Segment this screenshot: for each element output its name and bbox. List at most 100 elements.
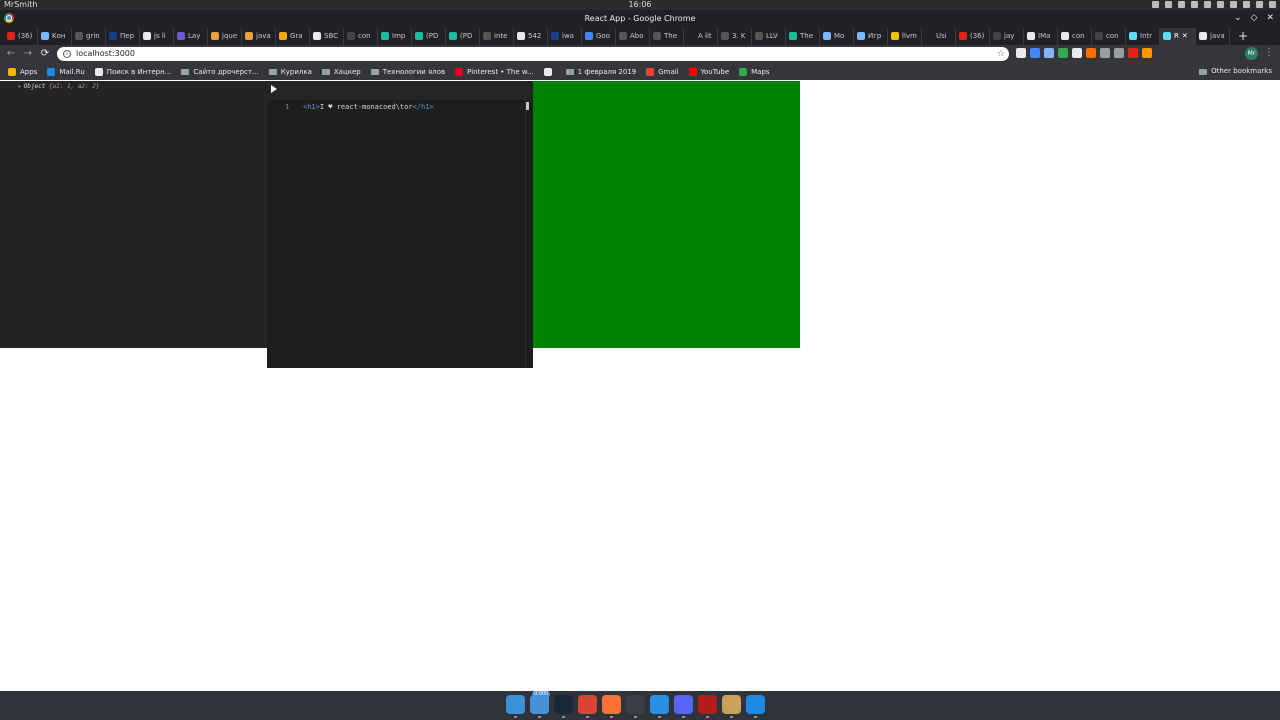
tray-icon[interactable]: [1269, 1, 1276, 8]
extension-icon[interactable]: [1100, 48, 1110, 58]
bookmark-item[interactable]: 1 февраля 2019: [565, 68, 636, 76]
files-app-icon[interactable]: [506, 695, 525, 718]
browser-tab[interactable]: Gra: [276, 27, 310, 45]
browser-tab[interactable]: (PD: [412, 27, 446, 45]
browser-tab[interactable]: js li: [140, 27, 174, 45]
browser-tab[interactable]: con: [1058, 27, 1092, 45]
browser-tab[interactable]: Lay: [174, 27, 208, 45]
tab-close-icon[interactable]: ✕: [1182, 32, 1188, 40]
tray-icon[interactable]: [1191, 1, 1198, 8]
profile-avatar[interactable]: Mr: [1245, 47, 1258, 60]
browser-tab[interactable]: Mo: [820, 27, 854, 45]
bookmark-item[interactable]: Курилка: [268, 68, 312, 76]
browser-tab[interactable]: Пер: [106, 27, 140, 45]
browser-tab[interactable]: Imp: [378, 27, 412, 45]
tray-icon[interactable]: [1204, 1, 1211, 8]
browser-tab[interactable]: jque: [208, 27, 242, 45]
bookmark-star-icon[interactable]: ☆: [997, 47, 1005, 61]
extension-icon[interactable]: [1128, 48, 1138, 58]
browser-tab[interactable]: Игр: [854, 27, 888, 45]
minimize-icon[interactable]: ⌄: [1234, 10, 1242, 27]
console-output-line[interactable]: ▸ Object {a1: 1, a2: 2}: [18, 83, 100, 90]
maximize-icon[interactable]: ◇: [1251, 10, 1258, 27]
address-bar[interactable]: i localhost:3000 ☆: [57, 47, 1009, 61]
game-app-icon[interactable]: [698, 695, 717, 718]
browser-tab[interactable]: Kон: [38, 27, 72, 45]
close-icon[interactable]: ✕: [1266, 10, 1274, 27]
browser-tab[interactable]: Goo: [582, 27, 616, 45]
browser-tab[interactable]: inte: [480, 27, 514, 45]
extension-icon[interactable]: [1044, 48, 1054, 58]
docs-app-icon[interactable]: [650, 695, 669, 718]
browser-tab[interactable]: (36): [4, 27, 38, 45]
extension-icon[interactable]: [1016, 48, 1026, 58]
console-pane[interactable]: ▸ Object {a1: 1, a2: 2}: [0, 81, 267, 348]
browser-tab[interactable]: jay: [990, 27, 1024, 45]
bookmark-item[interactable]: Технологии ялов: [370, 68, 445, 76]
extension-icon[interactable]: [1058, 48, 1068, 58]
bookmark-item[interactable]: Mail.Ru: [47, 67, 85, 76]
browser-tab[interactable]: con: [344, 27, 378, 45]
bookmark-item[interactable]: Maps: [739, 67, 770, 76]
browser-tab[interactable]: (PD: [446, 27, 480, 45]
browser-tab[interactable]: Intr: [1126, 27, 1160, 45]
forward-button[interactable]: →: [21, 47, 35, 61]
browser-tab[interactable]: Usi: [922, 27, 956, 45]
desktop-clock[interactable]: 16:06: [0, 0, 1280, 10]
tray-icon[interactable]: [1256, 1, 1263, 8]
bitcoin-app-icon[interactable]: [722, 695, 741, 718]
tray-icon[interactable]: [1217, 1, 1224, 8]
terminal-app-icon[interactable]: [626, 695, 645, 718]
extension-icon[interactable]: [1142, 48, 1152, 58]
vscode-app-icon[interactable]: [746, 695, 765, 718]
editor-scrollbar-thumb[interactable]: [526, 102, 529, 110]
browser-tab[interactable]: 542: [514, 27, 548, 45]
browser-tab[interactable]: grin: [72, 27, 106, 45]
bookmark-item[interactable]: Сайто дрочерст...: [181, 68, 259, 76]
reload-button[interactable]: ⟳: [38, 47, 52, 61]
browser-tab[interactable]: 3. K: [718, 27, 752, 45]
browser-tab[interactable]: Abo: [616, 27, 650, 45]
bookmark-item[interactable]: YouTube: [688, 67, 729, 76]
tray-icon[interactable]: [1178, 1, 1185, 8]
menu-icon[interactable]: ⋮: [1264, 46, 1274, 60]
tray-icon[interactable]: [1243, 1, 1250, 8]
address-url[interactable]: localhost:3000: [76, 47, 135, 61]
chrome-app-icon[interactable]: [578, 695, 597, 718]
browser-tab[interactable]: LLV: [752, 27, 786, 45]
new-tab-button[interactable]: +: [1238, 29, 1248, 43]
code-editor-pane[interactable]: 1 <h1>I ♥ react-monacoed\tor</h1>: [267, 81, 533, 368]
discord-app-icon[interactable]: [674, 695, 693, 718]
browser-tab[interactable]: The: [650, 27, 684, 45]
browser-tab[interactable]: A lit: [684, 27, 718, 45]
tray-icon[interactable]: [1230, 1, 1237, 8]
browser-tab[interactable]: con: [1092, 27, 1126, 45]
browser-tab[interactable]: R ✕: [1160, 27, 1196, 45]
browser-tab[interactable]: llvm: [888, 27, 922, 45]
extension-icon[interactable]: [1030, 48, 1040, 58]
code-line[interactable]: <h1>I ♥ react-monacoed\tor</h1>: [303, 103, 434, 111]
firefox-app-icon[interactable]: [602, 695, 621, 718]
browser-tab[interactable]: java: [1196, 27, 1230, 45]
store-app-icon[interactable]: 0.000: [530, 691, 551, 718]
bookmark-item[interactable]: Apps: [8, 67, 37, 76]
extension-icon[interactable]: [1072, 48, 1082, 58]
editor-scrollbar-track[interactable]: [525, 100, 526, 368]
steam-app-icon[interactable]: [554, 695, 573, 718]
extension-icon[interactable]: [1114, 48, 1124, 58]
other-bookmarks[interactable]: Other bookmarks: [1199, 63, 1272, 80]
browser-tab[interactable]: iwa: [548, 27, 582, 45]
browser-tab[interactable]: The: [786, 27, 820, 45]
bookmark-item[interactable]: Поиск в Интерн...: [94, 67, 171, 76]
tray-icon[interactable]: [1165, 1, 1172, 8]
bookmark-item[interactable]: Pinterest • The w...: [455, 67, 534, 76]
browser-tab[interactable]: java: [242, 27, 276, 45]
browser-tab[interactable]: (36): [956, 27, 990, 45]
expand-arrow-icon[interactable]: ▸: [18, 83, 22, 90]
back-button[interactable]: ←: [4, 47, 18, 61]
bookmark-item[interactable]: Gmail: [646, 67, 679, 76]
run-play-icon[interactable]: [271, 85, 277, 93]
info-icon[interactable]: i: [63, 50, 71, 58]
bookmark-item[interactable]: [543, 67, 556, 76]
browser-tab[interactable]: IMa: [1024, 27, 1058, 45]
